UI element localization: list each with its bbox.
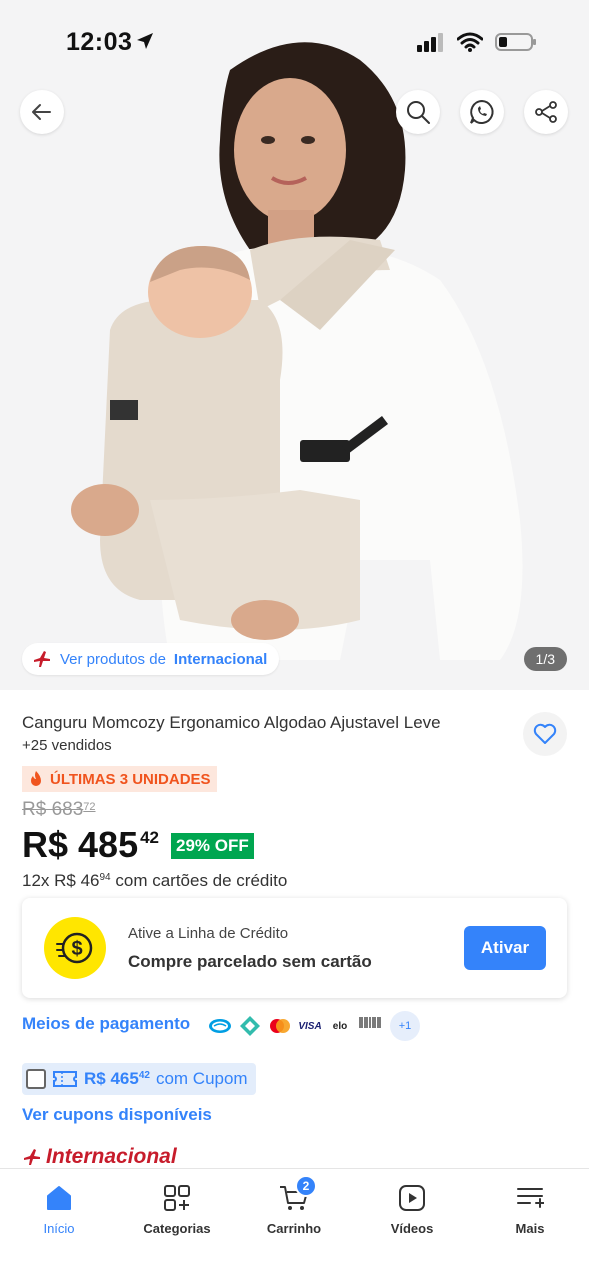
video-icon	[395, 1181, 429, 1215]
payment-icons[interactable]: VISA elo +1	[206, 1011, 420, 1041]
intl-chip-bold: Internacional	[173, 650, 268, 668]
old-price-cents: 72	[83, 801, 96, 813]
nav-categories-label: Categorias	[143, 1221, 211, 1236]
installments-suffix: com cartões de crédito	[115, 871, 288, 890]
coupon-price-cents: 42	[138, 1070, 150, 1081]
coupon-text: com Cupom	[155, 1069, 248, 1088]
old-price-main: R$ 683	[22, 799, 84, 820]
cart-badge: 2	[295, 1175, 317, 1197]
nav-home[interactable]: Início	[0, 1181, 118, 1236]
intl-chip-prefix: Ver produtos de	[60, 650, 166, 668]
international-products-link[interactable]: Ver produtos de Internacional	[22, 643, 280, 675]
credit-money-icon: $	[44, 917, 106, 979]
favorite-button[interactable]	[523, 712, 567, 756]
arrow-left-icon	[32, 104, 51, 120]
search-icon	[407, 101, 430, 124]
stock-badge-label: ÚLTIMAS 3 UNIDADES	[50, 770, 211, 788]
price-row: R$ 485 42 29% OFF	[22, 822, 254, 868]
heart-icon	[533, 723, 557, 744]
whatsapp-button[interactable]	[460, 90, 504, 134]
wifi-icon	[457, 32, 483, 52]
installments-prefix: 12x R$ 46	[22, 871, 100, 890]
categories-icon	[160, 1181, 194, 1215]
credit-title: Ative a Linha de Crédito	[128, 925, 289, 942]
product-title: Canguru Momcozy Ergonamico Algodao Ajust…	[22, 713, 441, 732]
mastercard-icon	[266, 1012, 294, 1040]
pix-icon	[236, 1012, 264, 1040]
credit-line-card: $ Ative a Linha de Crédito Compre parcel…	[22, 898, 567, 998]
signal-icon	[417, 33, 443, 52]
elo-icon: elo	[326, 1012, 354, 1040]
location-arrow-icon	[137, 33, 153, 49]
mercado-pago-icon	[206, 1012, 234, 1040]
installments: 12x R$ 4694 com cartões de crédito	[22, 871, 287, 891]
cart-icon: 2	[277, 1175, 317, 1215]
battery-icon	[495, 33, 536, 51]
nav-more[interactable]: Mais	[471, 1181, 589, 1236]
visa-icon: VISA	[296, 1012, 324, 1040]
more-payment-methods[interactable]: +1	[390, 1011, 420, 1041]
product-image-gallery[interactable]: 12:03 Ver produtos de Internacional 1/3	[0, 0, 589, 690]
coupon-price-main: R$ 465	[84, 1069, 139, 1088]
nav-more-label: Mais	[515, 1221, 545, 1236]
svg-text:$: $	[71, 938, 82, 960]
international-brand: Internacional	[22, 1145, 177, 1169]
fire-icon	[31, 771, 41, 786]
status-time: 12:03	[66, 28, 133, 56]
activate-credit-button[interactable]: Ativar	[464, 926, 546, 970]
share-button[interactable]	[524, 90, 568, 134]
home-icon	[42, 1181, 76, 1215]
airplane-icon	[34, 651, 50, 667]
status-bar: 12:03	[0, 0, 589, 88]
nav-cart-label: Carrinho	[266, 1221, 322, 1236]
international-brand-label: Internacional	[46, 1145, 177, 1168]
coupon-price: R$ 46542	[84, 1069, 150, 1089]
price-cents: 42	[140, 828, 160, 847]
more-icon	[513, 1181, 547, 1215]
nav-cart[interactable]: 2 Carrinho	[235, 1175, 353, 1236]
search-button[interactable]	[396, 90, 440, 134]
airplane-icon	[24, 1149, 40, 1165]
view-coupons-link[interactable]: Ver cupons disponíveis	[22, 1105, 212, 1125]
bottom-navigation: Início Categorias 2 Carrinho Vídeos Mais	[0, 1168, 589, 1280]
coupon-box[interactable]: R$ 46542 com Cupom	[22, 1063, 256, 1095]
discount-badge: 29% OFF	[171, 833, 254, 859]
boleto-icon	[356, 1012, 384, 1040]
payment-methods-link[interactable]: Meios de pagamento	[22, 1014, 190, 1034]
image-page-counter: 1/3	[523, 647, 567, 671]
sold-count: +25 vendidos	[22, 737, 112, 754]
nav-videos-label: Vídeos	[390, 1221, 434, 1236]
price-main: R$ 485	[22, 824, 139, 865]
old-price: R$ 68372	[22, 799, 96, 821]
stock-badge: ÚLTIMAS 3 UNIDADES	[22, 766, 217, 792]
credit-subtitle: Compre parcelado sem cartão	[128, 952, 372, 971]
back-button[interactable]	[20, 90, 64, 134]
nav-videos[interactable]: Vídeos	[353, 1181, 471, 1236]
status-icons	[417, 32, 537, 52]
installments-cents: 94	[99, 872, 111, 883]
share-icon	[535, 101, 557, 123]
nav-categories[interactable]: Categorias	[118, 1181, 236, 1236]
nav-home-label: Início	[43, 1221, 75, 1236]
whatsapp-icon	[470, 99, 494, 124]
ticket-icon	[53, 1071, 77, 1087]
coupon-checkbox[interactable]	[26, 1069, 46, 1089]
